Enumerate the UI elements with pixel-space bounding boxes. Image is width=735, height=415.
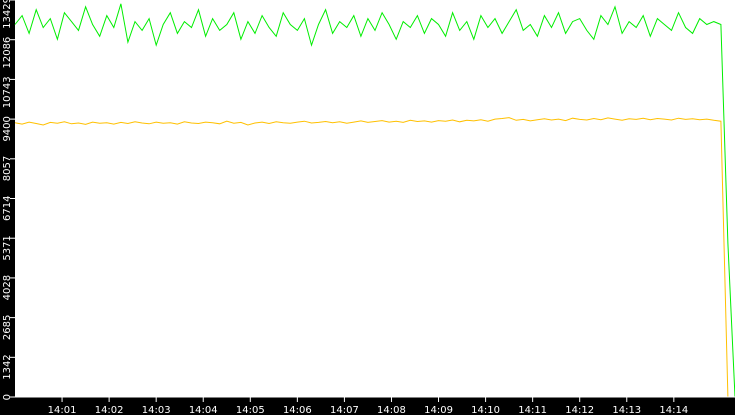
y-tick-label: 9400 [2,116,13,141]
y-tick-label: 5371 [2,235,13,260]
x-tick-label: 14:07 [330,405,359,415]
plot-area [15,0,735,397]
y-tick-label: 2685 [2,315,13,340]
x-tick-label: 14:03 [142,405,171,415]
x-tick-label: 14:06 [283,405,312,415]
y-tick-label: 4028 [2,275,13,300]
x-tick-label: 14:08 [377,405,406,415]
x-tick-label: 14:10 [471,405,500,415]
y-tick-label: 13429 [2,0,13,29]
y-tick-label: 8057 [2,156,13,181]
x-tick-label: 14:13 [612,405,641,415]
x-axis-ticks: 14:01 14:02 14:03 14:04 14:05 14:06 14:07 14:08… [48,397,688,415]
y-tick-label: 6714 [2,196,13,221]
x-tick-label: 14:11 [518,405,547,415]
y-tick-label: 10743 [2,76,13,108]
y-tick-label: 1342 [2,354,13,379]
y-axis-ticks: 0 1342 2685 4028 5371 6714 8057 9400 10743 12086 1… [2,0,15,400]
x-tick-label: 14:01 [48,405,77,415]
x-tick-label: 14:02 [95,405,124,415]
x-tick-label: 14:09 [424,405,453,415]
x-tick-label: 14:12 [565,405,594,415]
x-tick-label: 14:14 [659,405,688,415]
x-tick-label: 14:04 [189,405,218,415]
y-tick-label: 12086 [2,37,13,69]
x-tick-label: 14:05 [236,405,265,415]
y-tick-label: 0 [2,394,13,400]
line-chart: 14:01 14:02 14:03 14:04 14:05 14:06 14:07 14:08… [2,0,735,415]
